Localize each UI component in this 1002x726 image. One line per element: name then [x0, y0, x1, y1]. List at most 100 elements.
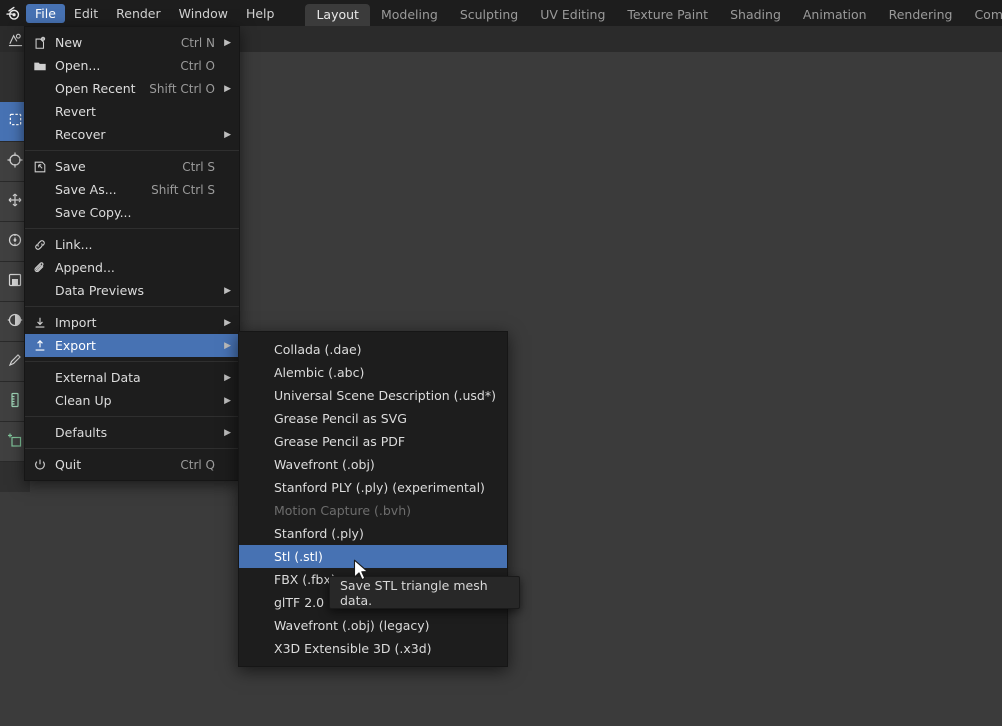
file-menu-label-quit: Quit	[55, 457, 168, 472]
save-icon	[25, 160, 55, 174]
file-menu-label-save-as: Save As...	[55, 182, 139, 197]
chevron-right-icon: ▶	[219, 84, 231, 94]
file-menu-label-append: Append...	[55, 260, 203, 275]
file-menu-item-open-recent[interactable]: Open Recent Shift Ctrl O ▶	[25, 77, 239, 100]
export-submenu: Collada (.dae) Alembic (.abc) Universal …	[238, 331, 508, 667]
file-menu-item-external-data[interactable]: External Data ▶	[25, 366, 239, 389]
file-menu-label-save: Save	[55, 159, 170, 174]
tab-animation[interactable]: Animation	[792, 4, 878, 26]
menu-render[interactable]: Render	[107, 4, 170, 23]
blender-logo-icon[interactable]	[0, 0, 26, 26]
file-menu-item-link[interactable]: Link...	[25, 233, 239, 256]
file-menu-item-save-copy[interactable]: Save Copy...	[25, 201, 239, 224]
chevron-right-icon: ▶	[219, 428, 231, 438]
file-menu-item-export[interactable]: Export ▶	[25, 334, 239, 357]
file-menu-item-append[interactable]: Append...	[25, 256, 239, 279]
export-item-gpencil-pdf[interactable]: Grease Pencil as PDF	[239, 430, 507, 453]
move-arrows-icon	[7, 192, 23, 212]
menu-divider	[25, 416, 239, 417]
menu-help[interactable]: Help	[237, 4, 284, 23]
open-folder-icon	[25, 59, 55, 73]
ruler-icon	[7, 392, 23, 412]
file-menu-label-export: Export	[55, 338, 203, 353]
tab-layout[interactable]: Layout	[305, 4, 370, 26]
file-menu-label-defaults: Defaults	[55, 425, 203, 440]
power-icon	[25, 458, 55, 472]
file-dropdown-menu: New Ctrl N ▶ Open... Ctrl O Open Recent …	[24, 26, 240, 481]
file-menu-item-save[interactable]: Save Ctrl S	[25, 155, 239, 178]
file-menu-label-data-previews: Data Previews	[55, 283, 203, 298]
menu-divider	[25, 228, 239, 229]
chevron-right-icon: ▶	[219, 286, 231, 296]
file-menu-item-revert[interactable]: Revert	[25, 100, 239, 123]
select-box-icon	[8, 112, 23, 131]
file-menu-label-save-copy: Save Copy...	[55, 205, 203, 220]
tab-shading[interactable]: Shading	[719, 4, 792, 26]
file-menu-label-new: New	[55, 35, 169, 50]
menu-file[interactable]: File	[26, 4, 65, 23]
tab-modeling[interactable]: Modeling	[370, 4, 449, 26]
file-menu-item-quit[interactable]: Quit Ctrl Q	[25, 453, 239, 476]
add-cube-icon	[7, 432, 23, 452]
chevron-right-icon: ▶	[219, 130, 231, 140]
menu-window[interactable]: Window	[170, 4, 237, 23]
tab-uv-editing[interactable]: UV Editing	[529, 4, 616, 26]
export-item-motion-capture: Motion Capture (.bvh)	[239, 499, 507, 522]
menu-divider	[25, 361, 239, 362]
menu-edit[interactable]: Edit	[65, 4, 107, 23]
menu-divider	[25, 150, 239, 151]
tab-compositing[interactable]: Compositing	[963, 4, 1002, 26]
file-menu-shortcut-new: Ctrl N	[169, 36, 215, 50]
export-item-wavefront-obj[interactable]: Wavefront (.obj)	[239, 453, 507, 476]
file-menu-item-import[interactable]: Import ▶	[25, 311, 239, 334]
file-menu-item-clean-up[interactable]: Clean Up ▶	[25, 389, 239, 412]
file-menu-label-recover: Recover	[55, 127, 203, 142]
export-item-stanford-ply[interactable]: Stanford (.ply)	[239, 522, 507, 545]
menu-divider	[25, 306, 239, 307]
scale-icon	[7, 272, 23, 292]
export-item-stl[interactable]: Stl (.stl)	[239, 545, 507, 568]
file-menu-item-defaults[interactable]: Defaults ▶	[25, 421, 239, 444]
link-icon	[25, 238, 55, 252]
file-menu-shortcut-open: Ctrl O	[168, 59, 215, 73]
tooltip-text: Save STL triangle mesh data.	[340, 578, 519, 608]
export-item-wavefront-obj-legacy[interactable]: Wavefront (.obj) (legacy)	[239, 614, 507, 637]
file-menu-label-link: Link...	[55, 237, 203, 252]
file-menu-label-import: Import	[55, 315, 203, 330]
chevron-right-icon: ▶	[219, 396, 231, 406]
export-item-stanford-ply-experimental[interactable]: Stanford PLY (.ply) (experimental)	[239, 476, 507, 499]
export-item-x3d[interactable]: X3D Extensible 3D (.x3d)	[239, 637, 507, 660]
file-menu-label-revert: Revert	[55, 104, 203, 119]
file-menu-item-data-previews[interactable]: Data Previews ▶	[25, 279, 239, 302]
top-bar: File Edit Render Window Help Layout Mode…	[0, 0, 1002, 26]
file-menu-item-recover[interactable]: Recover ▶	[25, 123, 239, 146]
file-menu-label-external-data: External Data	[55, 370, 203, 385]
tab-sculpting[interactable]: Sculpting	[449, 4, 529, 26]
transform-icon	[7, 312, 23, 332]
paperclip-icon	[25, 261, 55, 275]
file-menu-label-clean-up: Clean Up	[55, 393, 203, 408]
new-file-icon	[25, 36, 55, 50]
workspace-tabs: Layout Modeling Sculpting UV Editing Tex…	[305, 0, 1002, 26]
export-item-collada[interactable]: Collada (.dae)	[239, 338, 507, 361]
tab-texture-paint[interactable]: Texture Paint	[616, 4, 719, 26]
file-menu-item-open[interactable]: Open... Ctrl O	[25, 54, 239, 77]
chevron-right-icon: ▶	[219, 373, 231, 383]
rotate-icon	[7, 232, 23, 252]
file-menu-item-save-as[interactable]: Save As... Shift Ctrl S	[25, 178, 239, 201]
file-menu-label-open-recent: Open Recent	[55, 81, 137, 96]
menu-divider	[25, 448, 239, 449]
export-item-alembic[interactable]: Alembic (.abc)	[239, 361, 507, 384]
chevron-right-icon: ▶	[219, 318, 231, 328]
export-item-usd[interactable]: Universal Scene Description (.usd*)	[239, 384, 507, 407]
file-menu-label-open: Open...	[55, 58, 168, 73]
export-item-gpencil-svg[interactable]: Grease Pencil as SVG	[239, 407, 507, 430]
chevron-right-icon: ▶	[219, 38, 231, 48]
export-icon	[25, 339, 55, 353]
file-menu-item-new[interactable]: New Ctrl N ▶	[25, 31, 239, 54]
file-menu-shortcut-quit: Ctrl Q	[168, 458, 215, 472]
tab-rendering[interactable]: Rendering	[878, 4, 964, 26]
file-menu-shortcut-save: Ctrl S	[170, 160, 215, 174]
pencil-icon	[7, 352, 23, 372]
top-menu-bar: File Edit Render Window Help	[26, 0, 283, 26]
